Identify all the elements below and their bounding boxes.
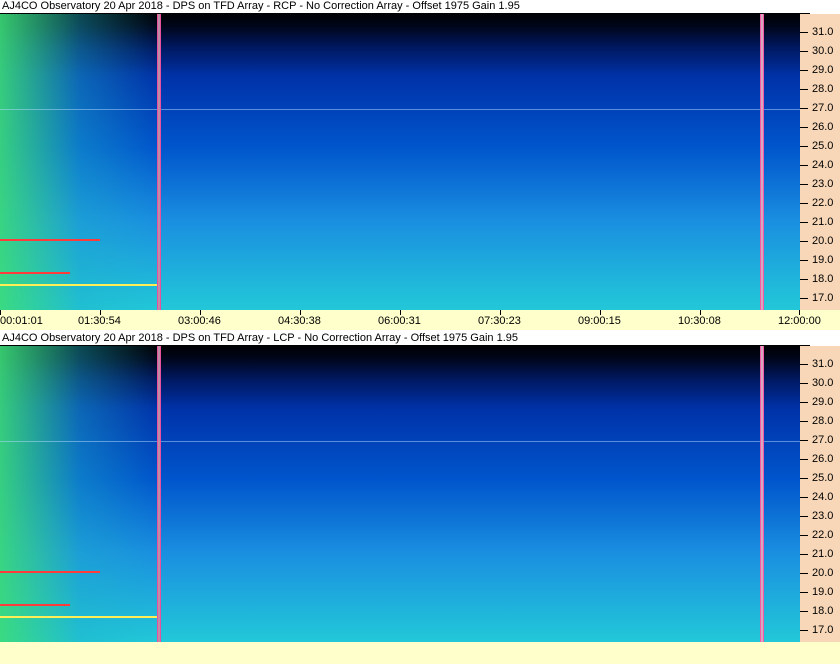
time-axis: 00:01:01 01:30:54 03:00:46 04:30:38 06:0…: [0, 310, 840, 330]
panel-title-lcp: AJ4CO Observatory 20 Apr 2018 - DPS on T…: [0, 332, 800, 345]
panel-title-rcp: AJ4CO Observatory 20 Apr 2018 - DPS on T…: [0, 0, 800, 13]
freq-axis-lcp: 31.0 30.0 29.0 28.0 27.0 26.0 25.0 24.0 …: [800, 346, 840, 642]
marker-line-right: [760, 346, 764, 642]
marker-line-left: [157, 346, 161, 642]
marker-line-left: [157, 14, 161, 310]
burst-region: [0, 346, 160, 642]
burst-region: [0, 14, 160, 310]
spectrogram-rcp[interactable]: [0, 14, 800, 310]
marker-line-right: [760, 14, 764, 310]
bottom-time-strip: [0, 642, 840, 664]
spectrogram-lcp[interactable]: [0, 346, 800, 642]
freq-axis-rcp: 31.0 30.0 29.0 28.0 27.0 26.0 25.0 24.0 …: [800, 14, 840, 310]
